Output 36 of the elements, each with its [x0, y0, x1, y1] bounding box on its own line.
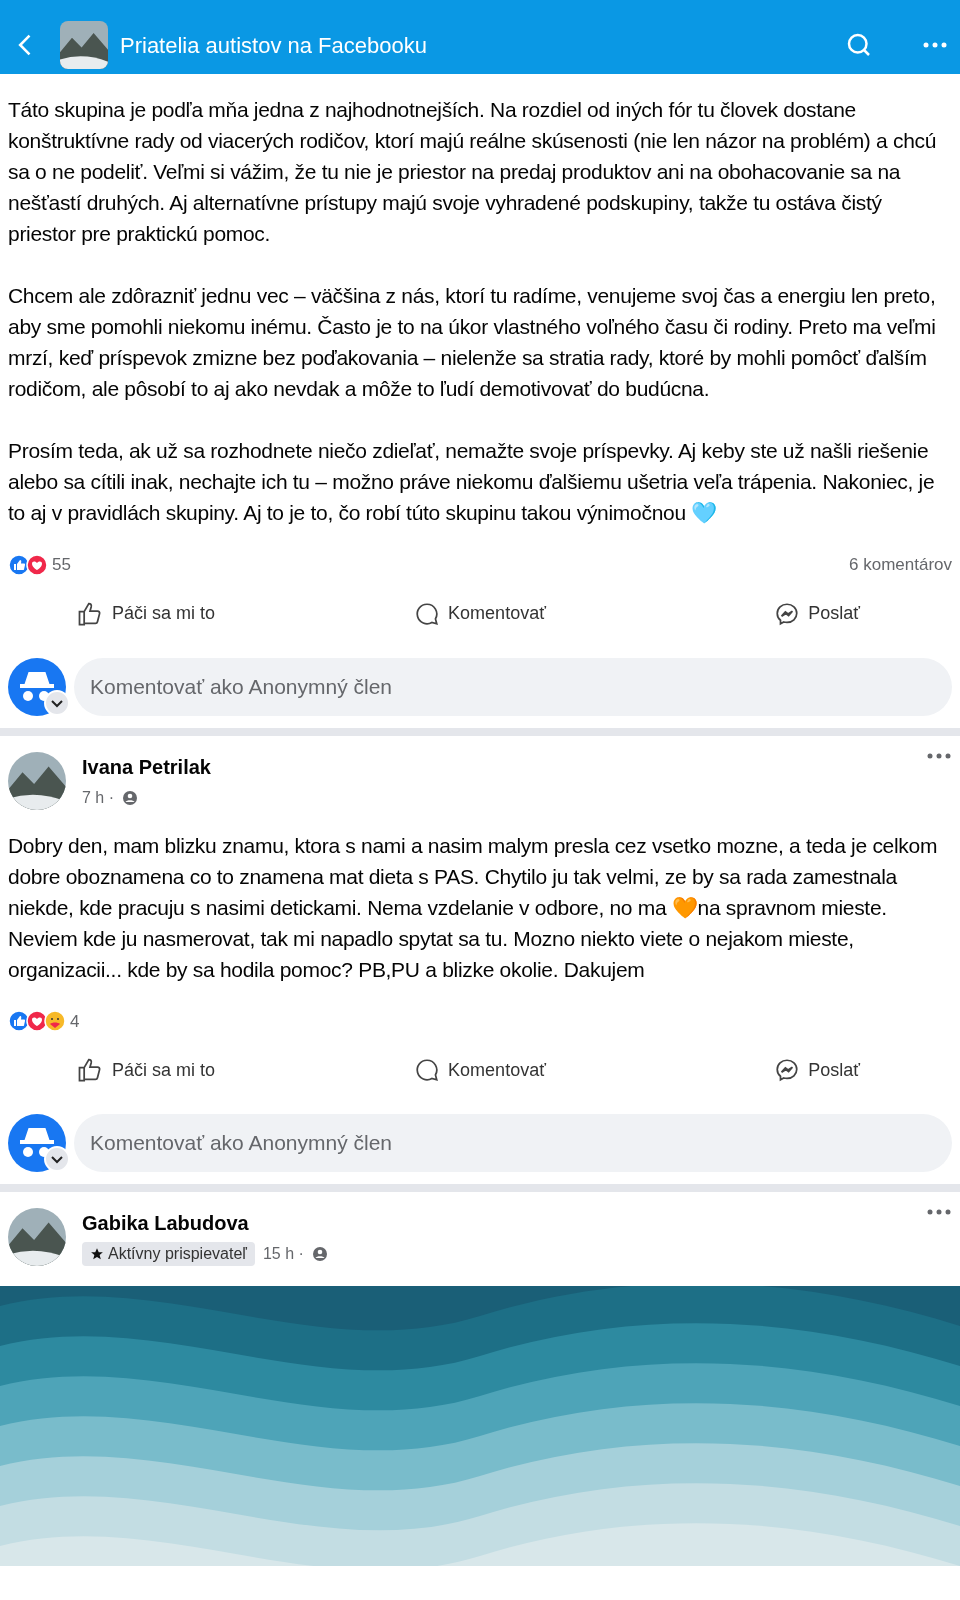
contributor-badge: Aktívny prispievateľ	[82, 1242, 255, 1266]
group-audience-icon	[311, 1246, 328, 1262]
group-audience-icon	[122, 789, 138, 806]
comment-button[interactable]: Komentovať	[414, 1056, 546, 1084]
like-reaction-icon	[8, 1010, 30, 1033]
more-options-icon[interactable]	[926, 1208, 952, 1216]
post-text: Chcem ale zdôrazniť jednu vec – väčšina z nás, ktorí tu radíme, venujeme svoj čas a energiu len preto, aby sme pomohli niekomu inému. Často je to na úkor vlastného voľného času či rodiny. Preto ma veľmi mrzí, keď príspevok zmizne bez poďakovania – nielenže sa stratia rady, ktoré by mohli pomôcť ďalším rodičom, ale pôsobí to aj ako nevdak a môže to ľudí demotivovať do budúcna.	[8, 283, 937, 402]
more-options-icon[interactable]	[926, 751, 952, 760]
heart-reaction-icon	[26, 1010, 48, 1033]
like-button[interactable]: Páči sa mi to	[76, 1056, 216, 1084]
author-name[interactable]: Gabika Labudova	[82, 1208, 926, 1238]
heart-reaction-icon	[26, 553, 48, 576]
post-time: 7 h ·	[82, 787, 114, 808]
send-button[interactable]: Poslať	[774, 600, 860, 627]
more-options-icon[interactable]	[922, 41, 948, 49]
reaction-count[interactable]: 55	[52, 552, 71, 578]
star-icon	[90, 1247, 104, 1261]
send-button[interactable]: Poslať	[774, 1056, 860, 1084]
messenger-icon	[774, 1057, 801, 1083]
comment-button[interactable]: Komentovať	[414, 600, 546, 627]
author-name[interactable]: Ivana Petrilak	[82, 751, 926, 782]
messenger-icon	[774, 600, 801, 627]
care-reaction-icon	[44, 1010, 66, 1033]
comment-field[interactable]: Komentovať ako Anonymný člen	[74, 1114, 952, 1172]
comment-field[interactable]: Komentovať ako Anonymný člen	[74, 657, 952, 716]
comment-icon	[414, 1057, 441, 1083]
chevron-down-icon[interactable]	[44, 1146, 70, 1172]
comment-icon	[414, 600, 441, 627]
post-time: 15 h ·	[262, 1244, 304, 1264]
comment-count[interactable]: 6 komentárov	[849, 552, 952, 578]
like-button[interactable]: Páči sa mi to	[76, 599, 216, 628]
post-text: Dobry den, mam blizku znamu, ktora s nami a nasim malym presla cez vsetko mozne, a teda je celkom dobre oboznamena co to znamena mat dieta s PAS. Chytilo ju tak velmi, ze by sa rada zamestnala niekde, kde pracuju s nasimi detickami. Nema vzdelanie v odbore, no ma 🧡na spravnom mieste. Neviem kde ju nasmerovat, tak mi napadlo spytat sa tu. Mozno niekto viete o nejakom mieste, organizacii... kde by sa hodila pomoc? PB,PU a blizke okolie. Dakujem	[8, 832, 939, 983]
post-text: Táto skupina je podľa mňa jedna z najhodnotnejších. Na rozdiel od iných fór tu človek dostane konštruktívne rady od viacerých rodičov, ktorí majú reálne skúsenosti (nie len názor na problém) a chcú sa o ne podeliť. Veľmi si vážim, že tu nie je priestor na predaj produktov ani na obohacovanie sa na nešťastí druhých. Aj alternatívne prístupy majú svoje vyhradené podskupiny, takže tu ostáva čistý priestor pre praktickú pomoc.	[8, 97, 938, 247]
reaction-count[interactable]: 4	[70, 1008, 80, 1034]
post-text: Prosím teda, ak už sa rozhodnete niečo zdieľať, nemažte svoje príspevky. Aj keby ste už našli riešenie alebo sa cítili inak, nechajte ich tu – možno práve niekomu ďalšiemu ušetria veľa trápenia. Nakoniec, je to aj v pravidlách skupiny. Aj to je to, čo robí túto skupinu takou výnimočnou 🩵	[8, 438, 936, 526]
like-reaction-icon	[8, 553, 30, 576]
